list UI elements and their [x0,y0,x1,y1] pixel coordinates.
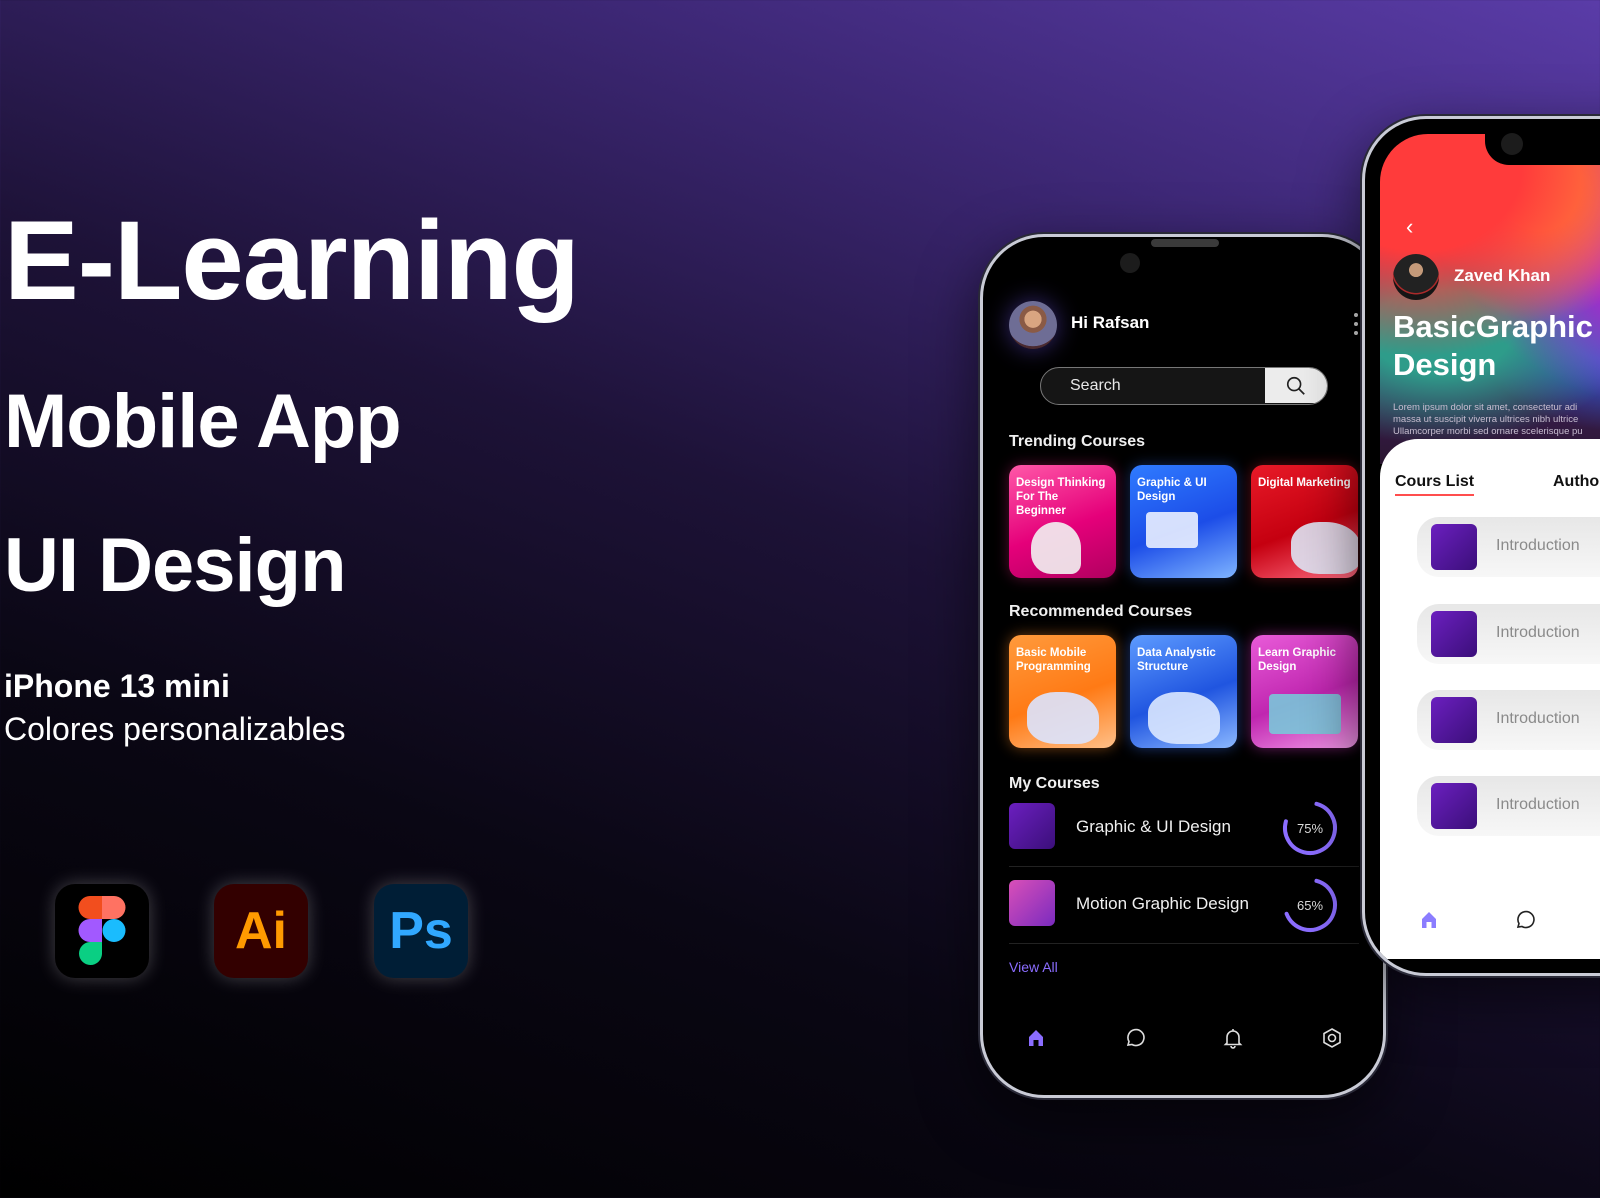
lesson-thumbnail [1431,611,1477,657]
progress-label: 65% [1296,897,1324,913]
course-content-sheet: Cours List Autho Introduction Introducti… [1380,439,1600,959]
my-course-item[interactable]: Motion Graphic Design 65% [1009,868,1359,944]
my-course-title: Motion Graphic Design [1076,894,1249,913]
lesson-thumbnail [1431,524,1477,570]
back-button[interactable]: ‹ [1406,214,1413,240]
tab-home[interactable] [1416,907,1442,933]
tab-notifications[interactable] [1220,1025,1246,1051]
speaker-grille [1151,239,1219,247]
progress-label: 75% [1296,820,1324,836]
search-icon [1286,376,1305,395]
course-card-title: Learn Graphic Design [1258,647,1336,673]
home-icon [1029,1030,1043,1046]
course-detail-phone: ‹ Zaved Khan BasicGraphic Design Lorem i… [1362,116,1600,976]
search-bar [1040,367,1328,405]
bottom-tab-bar [1009,1025,1359,1055]
photoshop-icon: Ps [374,884,468,978]
lesson-item[interactable]: Introduction [1417,690,1600,750]
illustrator-icon: Ai [214,884,308,978]
tab-settings[interactable] [1319,1025,1345,1051]
trending-courses-list: Design Thinking For The Beginner Graphic… [1009,465,1358,578]
course-card-title: Graphic & UI Design [1137,477,1207,503]
my-course-item[interactable]: Graphic & UI Design 75% [1009,791,1359,867]
more-options-icon[interactable] [1353,313,1359,335]
course-thumbnail [1009,880,1055,926]
course-title-line1: BasicGraphic [1393,309,1593,344]
lesson-item[interactable]: Introduction [1417,776,1600,836]
front-camera [1120,253,1140,273]
recommended-courses-list: Basic Mobile Programming Data Analystic … [1009,635,1358,748]
greeting: Hi Rafsan [1071,313,1150,332]
settings-icon [1323,1028,1341,1048]
course-thumbnail [1009,803,1055,849]
course-illustration [1269,694,1341,734]
course-card[interactable]: Learn Graphic Design [1251,635,1358,748]
tab-chat[interactable] [1122,1025,1148,1051]
hero-subtitle-line2: UI Design [4,523,346,608]
search-input[interactable] [1041,368,1263,403]
author-name: Zaved Khan [1454,266,1551,285]
detail-tab-bar [1416,907,1538,933]
home-screen-phone: Hi Rafsan Trending Courses Design Thinki… [980,234,1386,1098]
course-card-title: Data Analystic Structure [1137,647,1216,673]
author-avatar[interactable] [1393,254,1439,300]
description-line: massa ut suscipit viverra ultrices nibh … [1393,413,1579,425]
home-header: Hi Rafsan [1009,301,1359,351]
lesson-thumbnail [1431,697,1477,743]
front-camera [1501,133,1523,155]
lesson-title: Introduction [1496,537,1580,554]
chat-icon [1126,1028,1145,1047]
description-line: Lorem ipsum dolor sit amet, consectetur … [1393,402,1578,413]
lesson-item[interactable]: Introduction [1417,517,1600,577]
tab-chat[interactable] [1512,907,1538,933]
home-icon [1422,912,1436,928]
tab-home[interactable] [1023,1025,1049,1051]
device-name: iPhone 13 mini [4,668,230,704]
course-card[interactable]: Digital Marketing [1251,465,1358,578]
course-illustration [1148,692,1220,744]
course-title: BasicGraphic Design [1393,308,1593,384]
course-card[interactable]: Graphic & UI Design [1130,465,1237,578]
course-card[interactable]: Data Analystic Structure [1130,635,1237,748]
course-hero-banner: ‹ Zaved Khan BasicGraphic Design Lorem i… [1380,134,1600,464]
description-line: Ullamcorper morbi sed ornare scelerisque… [1393,425,1583,437]
hero-subtitle-line1: Mobile App [4,379,402,464]
hero-title: E-Learning [4,198,580,323]
course-card-title: Design Thinking For The Beginner [1016,477,1106,517]
search-button[interactable] [1265,368,1327,403]
trending-courses-heading: Trending Courses [1009,433,1146,450]
course-title-line2: Design [1393,347,1497,383]
course-card-title: Digital Marketing [1258,477,1351,489]
lesson-title: Introduction [1496,796,1580,813]
chat-icon [1516,910,1535,929]
course-card[interactable]: Design Thinking For The Beginner [1009,465,1116,578]
customizable-colors-note: Colores personalizables [4,711,346,747]
recommended-courses-heading: Recommended Courses [1009,603,1193,620]
course-card[interactable]: Basic Mobile Programming [1009,635,1116,748]
course-illustration [1146,512,1198,548]
lesson-title: Introduction [1496,624,1580,641]
tab-course-list[interactable]: Cours List [1395,473,1475,496]
figma-icon [55,884,149,978]
lesson-thumbnail [1431,783,1477,829]
tab-author[interactable]: Autho [1553,473,1599,491]
lesson-title: Introduction [1496,710,1580,727]
view-all-link[interactable]: View All [1009,959,1058,975]
course-illustration [1027,692,1099,744]
course-illustration [1031,522,1081,574]
course-card-title: Basic Mobile Programming [1016,647,1091,673]
bell-icon [1223,1029,1243,1049]
course-illustration [1291,522,1358,574]
user-avatar[interactable] [1009,301,1057,349]
course-description: Lorem ipsum dolor sit amet, consectetur … [1393,402,1583,438]
lesson-item[interactable]: Introduction [1417,604,1600,664]
my-course-title: Graphic & UI Design [1076,817,1231,836]
